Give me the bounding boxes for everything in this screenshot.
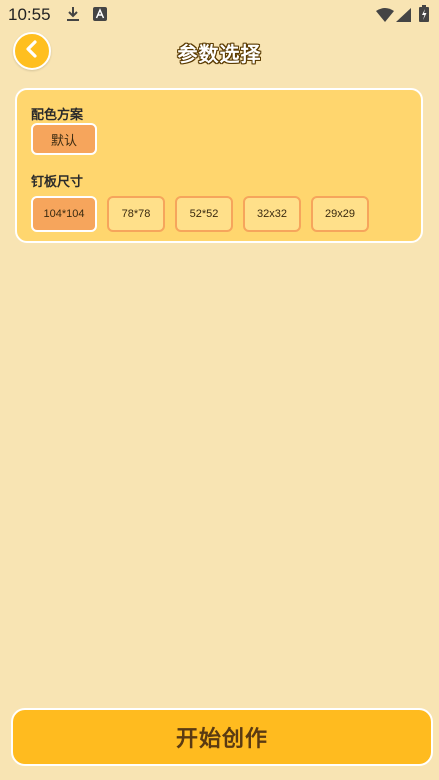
option-label: 32x32 [257, 208, 287, 220]
wifi-icon [376, 7, 394, 26]
parameter-panel: 配色方案 默认 钉板尺寸 104*104 78*78 52*52 32x32 2… [15, 88, 423, 243]
option-label: 78*78 [121, 208, 151, 220]
board-size-option-78[interactable]: 78*78 [107, 196, 165, 232]
text-a-icon [93, 6, 107, 25]
download-icon [66, 6, 80, 26]
battery-charging-icon [419, 5, 429, 26]
start-button-label: 开始创作 [175, 727, 268, 752]
color-scheme-option-default[interactable]: 默认 [31, 123, 97, 155]
color-scheme-label: 配色方案 [31, 108, 84, 123]
option-label: 29x29 [325, 208, 355, 220]
signal-icon [396, 7, 411, 26]
board-size-label: 钉板尺寸 [31, 175, 84, 190]
start-creating-button[interactable]: 开始创作 [11, 708, 433, 766]
page-title: 参数选择 [177, 42, 262, 66]
board-size-option-32[interactable]: 32x32 [243, 196, 301, 232]
status-bar: 10:55 [0, 0, 439, 30]
app-bar: 参数选择 [0, 30, 439, 75]
status-time: 10:55 [8, 5, 51, 24]
board-size-option-104[interactable]: 104*104 [31, 196, 97, 232]
option-label: 52*52 [189, 208, 219, 220]
board-size-option-29[interactable]: 29x29 [311, 196, 369, 232]
option-label: 默认 [50, 132, 77, 148]
board-size-option-52[interactable]: 52*52 [175, 196, 233, 232]
option-label: 104*104 [43, 208, 85, 220]
